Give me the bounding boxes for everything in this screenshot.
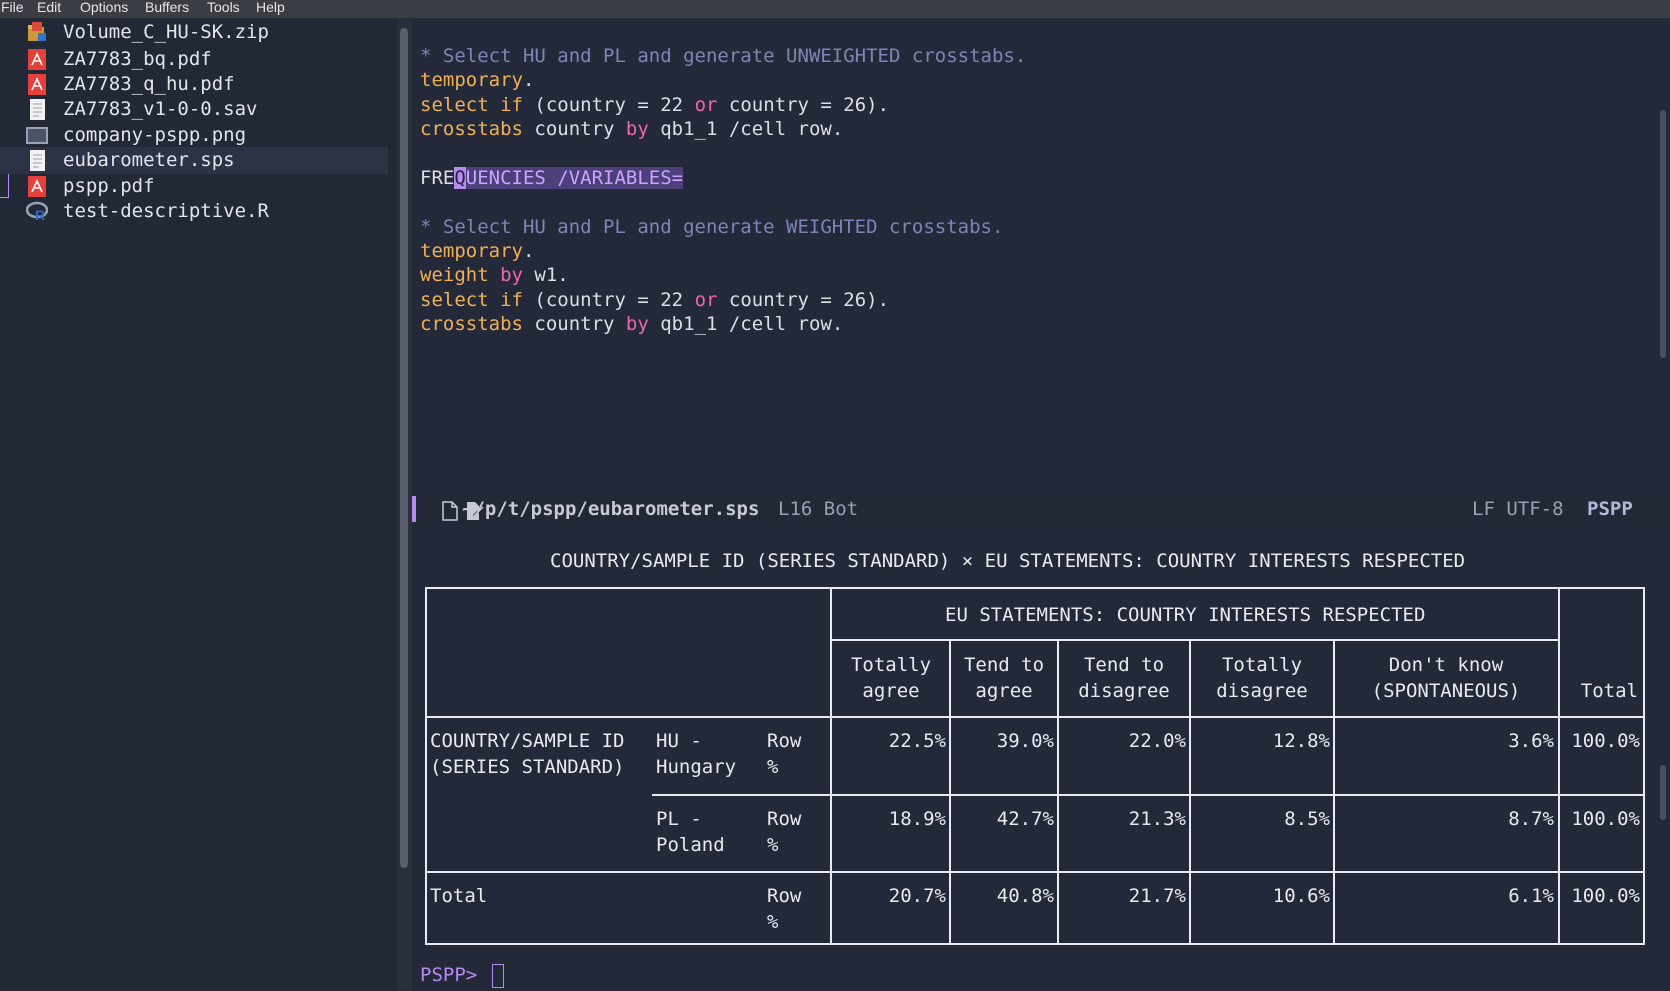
code-line: select if (country = 22 or country = 26)… [420, 94, 890, 116]
file-item-selected[interactable]: eubarometer.sps [0, 147, 388, 174]
table-cell: 40.8% [996, 885, 1054, 907]
menu-help[interactable]: Help [256, 0, 285, 15]
row-label: PL - Poland [656, 808, 725, 856]
file-item[interactable]: ZA7783_v1-0-0.sav [0, 96, 388, 123]
code-line: * Select HU and PL and generate UNWEIGHT… [420, 45, 1027, 67]
code-line: temporary. [420, 240, 535, 262]
row-variable-label: COUNTRY/SAMPLE ID (SERIES STANDARD) [430, 730, 625, 778]
column-header: Totally disagree [1216, 654, 1308, 702]
file-tree-sidebar: Volume_C_HU-SK.zip ZA7783_bq.pdf ZA7783_… [0, 18, 398, 991]
buffer-path-text: ~/p/t/pspp/eubarometer.sps [462, 498, 760, 520]
table-cell: 3.6% [1508, 730, 1554, 752]
table-cell: 8.5% [1284, 808, 1330, 830]
table-cell: 18.9% [888, 808, 946, 830]
column-header: Totally agree [850, 654, 932, 702]
active-window-indicator [412, 496, 416, 522]
code-line: * Select HU and PL and generate WEIGHTED… [420, 216, 1004, 238]
major-mode[interactable]: PSPP [1587, 498, 1633, 520]
file-item[interactable]: pspp.pdf [0, 173, 388, 200]
file-item[interactable]: ZA7783_bq.pdf [0, 46, 388, 73]
table-cell: 39.0% [996, 730, 1054, 752]
column-header: Tend to agree [963, 654, 1045, 702]
code-line: crosstabs country by qb1_1 /cell row. [420, 118, 844, 140]
table-cell: 22.5% [888, 730, 946, 752]
cursor-position: L16 Bot [778, 498, 859, 520]
document-icon [30, 150, 45, 171]
output-buffer[interactable]: COUNTRY/SAMPLE ID (SERIES STANDARD) × EU… [412, 524, 1670, 991]
menu-options[interactable]: Options [80, 0, 128, 15]
row-statistic: Row% [767, 808, 802, 856]
mode-line: ~/p/t/pspp/eubarometer.sps L16 Bot LF UT… [412, 496, 1670, 524]
table-cell: 21.3% [1128, 808, 1186, 830]
table-cell: 12.8% [1272, 730, 1330, 752]
menu-bar: File Edit Options Buffers Tools Help [0, 0, 1670, 18]
menu-tools[interactable]: Tools [207, 0, 240, 15]
table-cell: 8.7% [1508, 808, 1554, 830]
code-line: temporary. [420, 69, 535, 91]
table-cell: 42.7% [996, 808, 1054, 830]
svg-text:R: R [35, 207, 45, 222]
table-cell: 100.0% [1571, 730, 1640, 752]
code-line: select if (country = 22 or country = 26)… [420, 289, 890, 311]
file-icon [442, 501, 458, 521]
image-icon [26, 127, 48, 144]
table-title: COUNTRY/SAMPLE ID (SERIES STANDARD) × EU… [550, 550, 1466, 572]
document-icon [30, 99, 45, 120]
group-header: EU STATEMENTS: COUNTRY INTERESTS RESPECT… [945, 604, 1426, 626]
file-item[interactable]: Volume_C_HU-SK.zip [0, 19, 388, 46]
code-editor[interactable]: * Select HU and PL and generate UNWEIGHT… [412, 18, 1670, 496]
column-header: Total [1580, 680, 1638, 702]
row-statistic: Row% [767, 730, 802, 778]
editor-scrollbar[interactable] [1660, 110, 1666, 358]
table-cell: 10.6% [1272, 885, 1330, 907]
file-item[interactable]: R test-descriptive.R [0, 198, 388, 225]
text-selection: UENCIES /VARIABLES= [465, 167, 684, 189]
code-line: crosstabs country by qb1_1 /cell row. [420, 313, 844, 335]
code-line-current: FREQUENCIES /VARIABLES= [420, 167, 684, 189]
zip-archive-icon [28, 22, 46, 41]
code-line: weight by w1. [420, 264, 569, 286]
row-label: Total [430, 885, 488, 907]
prompt-cursor[interactable] [492, 964, 504, 988]
encoding-indicator: LF UTF-8 [1472, 498, 1564, 520]
text-cursor: Q [454, 167, 466, 189]
table-cell: 6.1% [1508, 885, 1554, 907]
pdf-icon [28, 176, 46, 197]
table-cell: 100.0% [1571, 808, 1640, 830]
table-cell: 22.0% [1128, 730, 1186, 752]
output-scrollbar[interactable] [1660, 765, 1666, 820]
column-header: Don't know (SPONTANEOUS) [1371, 654, 1521, 702]
file-item[interactable]: company-pspp.png [0, 122, 388, 149]
column-header: Tend to disagree [1078, 654, 1170, 702]
menu-edit[interactable]: Edit [37, 0, 61, 15]
row-statistic: Row% [767, 885, 802, 933]
row-label: HU - Hungary [656, 730, 737, 778]
file-item[interactable]: ZA7783_q_hu.pdf [0, 71, 388, 98]
repl-prompt: PSPP> [420, 964, 478, 986]
sidebar-scrollbar[interactable] [400, 28, 408, 868]
pdf-icon [28, 49, 46, 70]
menu-buffers[interactable]: Buffers [145, 0, 189, 15]
r-language-icon: R [26, 201, 48, 222]
table-cell: 100.0% [1571, 885, 1640, 907]
table-cell: 20.7% [888, 885, 946, 907]
pdf-icon [28, 74, 46, 95]
table-cell: 21.7% [1128, 885, 1186, 907]
menu-file[interactable]: File [1, 0, 24, 15]
